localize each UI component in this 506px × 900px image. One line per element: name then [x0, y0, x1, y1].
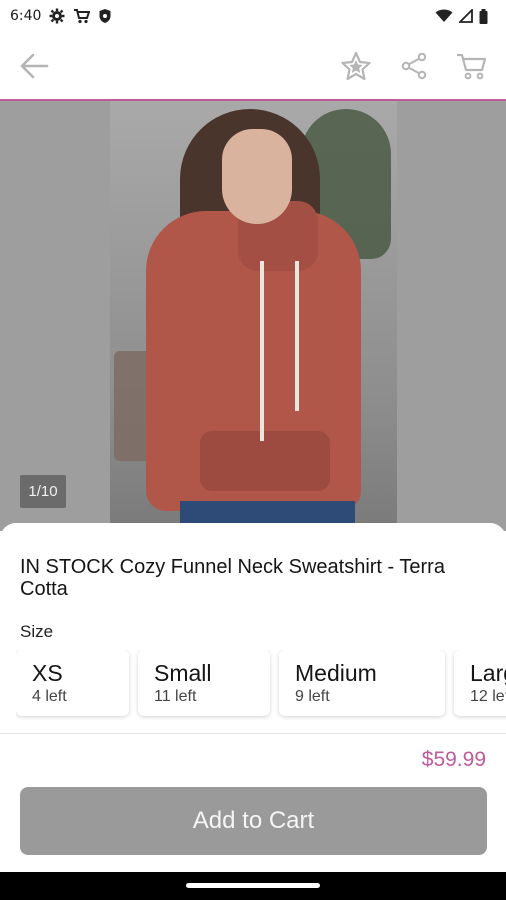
- size-label: Size: [20, 622, 54, 641]
- status-time: 6:40: [10, 8, 42, 24]
- signal-icon: [459, 9, 473, 23]
- size-stock: 4 left: [32, 688, 67, 705]
- wifi-icon: [435, 9, 453, 22]
- favorite-button[interactable]: [338, 48, 374, 84]
- star-icon: [341, 51, 371, 80]
- add-to-cart-button[interactable]: Add to Cart: [20, 787, 487, 855]
- app-bar: [0, 32, 506, 99]
- product-photo: [110, 101, 397, 531]
- shield-icon: [99, 9, 111, 23]
- size-option-xs[interactable]: XS 4 left: [16, 650, 129, 716]
- home-gesture-handle[interactable]: [186, 883, 320, 888]
- size-option-small[interactable]: Small 11 left: [138, 650, 270, 716]
- product-price: $59.99: [421, 748, 486, 771]
- size-name: XS: [32, 660, 63, 686]
- size-options: XS 4 left Small 11 left Medium 9 left La…: [16, 650, 506, 720]
- share-button[interactable]: [396, 48, 432, 84]
- image-counter: 1/10: [20, 475, 66, 508]
- size-option-medium[interactable]: Medium 9 left: [279, 650, 445, 716]
- back-arrow-icon: [20, 53, 49, 78]
- gear-icon: [49, 8, 65, 24]
- size-option-large[interactable]: Large 12 left: [454, 650, 506, 716]
- size-name: Small: [154, 660, 212, 686]
- battery-icon: [479, 8, 488, 24]
- divider: [0, 733, 506, 734]
- size-name: Large: [470, 660, 506, 686]
- share-icon: [401, 52, 427, 79]
- back-button[interactable]: [16, 48, 52, 84]
- cart-button[interactable]: [454, 48, 490, 84]
- cart-icon: [457, 53, 487, 79]
- size-stock: 12 left: [470, 688, 506, 705]
- size-stock: 11 left: [154, 688, 197, 705]
- status-bar: 6:40: [0, 0, 506, 32]
- size-name: Medium: [295, 660, 377, 686]
- size-stock: 9 left: [295, 688, 330, 705]
- product-image-gallery[interactable]: [0, 101, 506, 531]
- cart-icon: [74, 9, 91, 24]
- product-title: IN STOCK Cozy Funnel Neck Sweatshirt - T…: [20, 556, 445, 600]
